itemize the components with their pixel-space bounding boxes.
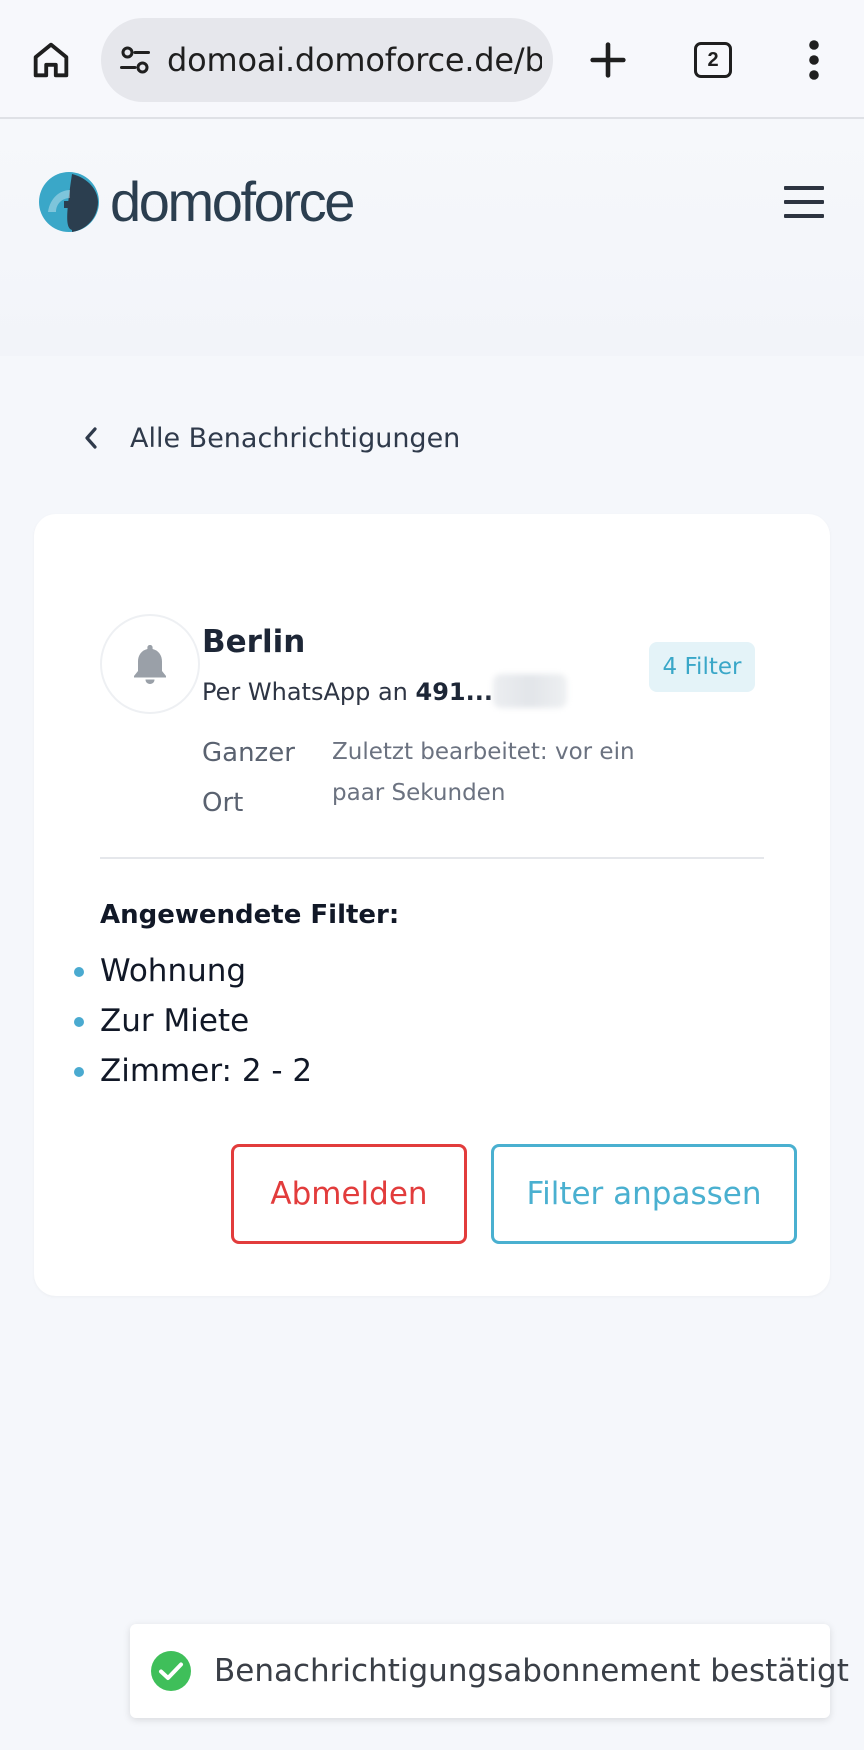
site-settings-icon[interactable] bbox=[117, 42, 153, 78]
check-circle-icon bbox=[151, 1651, 191, 1691]
phone-number: 491... bbox=[415, 678, 493, 706]
applied-filters-list: Wohnung Zur Miete Zimmer: 2 - 2 bbox=[34, 946, 312, 1096]
tab-count: 2 bbox=[707, 48, 719, 71]
more-menu-icon[interactable] bbox=[796, 36, 832, 84]
bullet bbox=[74, 1017, 84, 1027]
back-link-label: Alle Benachrichtigungen bbox=[130, 422, 461, 454]
filter-label: Zimmer: 2 - 2 bbox=[100, 1053, 313, 1089]
channel-prefix: Per WhatsApp an bbox=[202, 678, 408, 706]
bullet bbox=[74, 967, 84, 977]
subscription-title: Berlin bbox=[202, 624, 306, 660]
list-item: Zur Miete bbox=[34, 996, 312, 1046]
address-bar[interactable]: domoai.domoforce.de/b bbox=[101, 18, 553, 102]
delivery-channel: Per WhatsApp an 491... bbox=[202, 674, 567, 708]
toast-message: Benachrichtigungsabonnement bestätigt bbox=[214, 1653, 849, 1689]
list-item: Zimmer: 2 - 2 bbox=[34, 1046, 312, 1096]
site-header: domoforce bbox=[0, 120, 864, 356]
filter-count-badge: 4 Filter bbox=[649, 642, 755, 692]
browser-toolbar: domoai.domoforce.de/b 2 bbox=[0, 0, 864, 119]
edit-filters-button[interactable]: Filter anpassen bbox=[491, 1144, 797, 1244]
chevron-left-icon bbox=[85, 427, 97, 449]
new-tab-icon[interactable] bbox=[585, 37, 631, 83]
bell-icon bbox=[134, 645, 166, 684]
last-edited: Zuletzt bearbeitet: vor ein paar Sekunde… bbox=[332, 739, 635, 806]
domoforce-logo-icon[interactable] bbox=[36, 168, 102, 236]
logo-wordmark[interactable]: domoforce bbox=[110, 170, 355, 234]
applied-filters-heading: Angewendete Filter: bbox=[100, 900, 400, 930]
subscription-card: Berlin Per WhatsApp an 491... 4 Filter G… bbox=[34, 514, 830, 1296]
back-to-notifications-link[interactable]: Alle Benachrichtigungen bbox=[80, 414, 460, 462]
tab-switcher-icon[interactable]: 2 bbox=[694, 42, 732, 78]
unsubscribe-button[interactable]: Abmelden bbox=[231, 1144, 467, 1244]
success-toast[interactable]: Benachrichtigungsabonnement bestätigt bbox=[130, 1624, 849, 1718]
bullet bbox=[74, 1067, 84, 1077]
redacted-number bbox=[492, 674, 567, 708]
search-scope: Ganzer Ort bbox=[202, 738, 295, 818]
list-item: Wohnung bbox=[34, 946, 312, 996]
url-text[interactable]: domoai.domoforce.de/b bbox=[167, 40, 542, 80]
filter-label: Wohnung bbox=[100, 953, 247, 989]
hamburger-menu-icon[interactable] bbox=[784, 186, 824, 218]
divider bbox=[100, 857, 764, 859]
home-icon[interactable] bbox=[28, 37, 74, 83]
bell-avatar bbox=[100, 614, 200, 714]
filter-label: Zur Miete bbox=[100, 1003, 250, 1039]
